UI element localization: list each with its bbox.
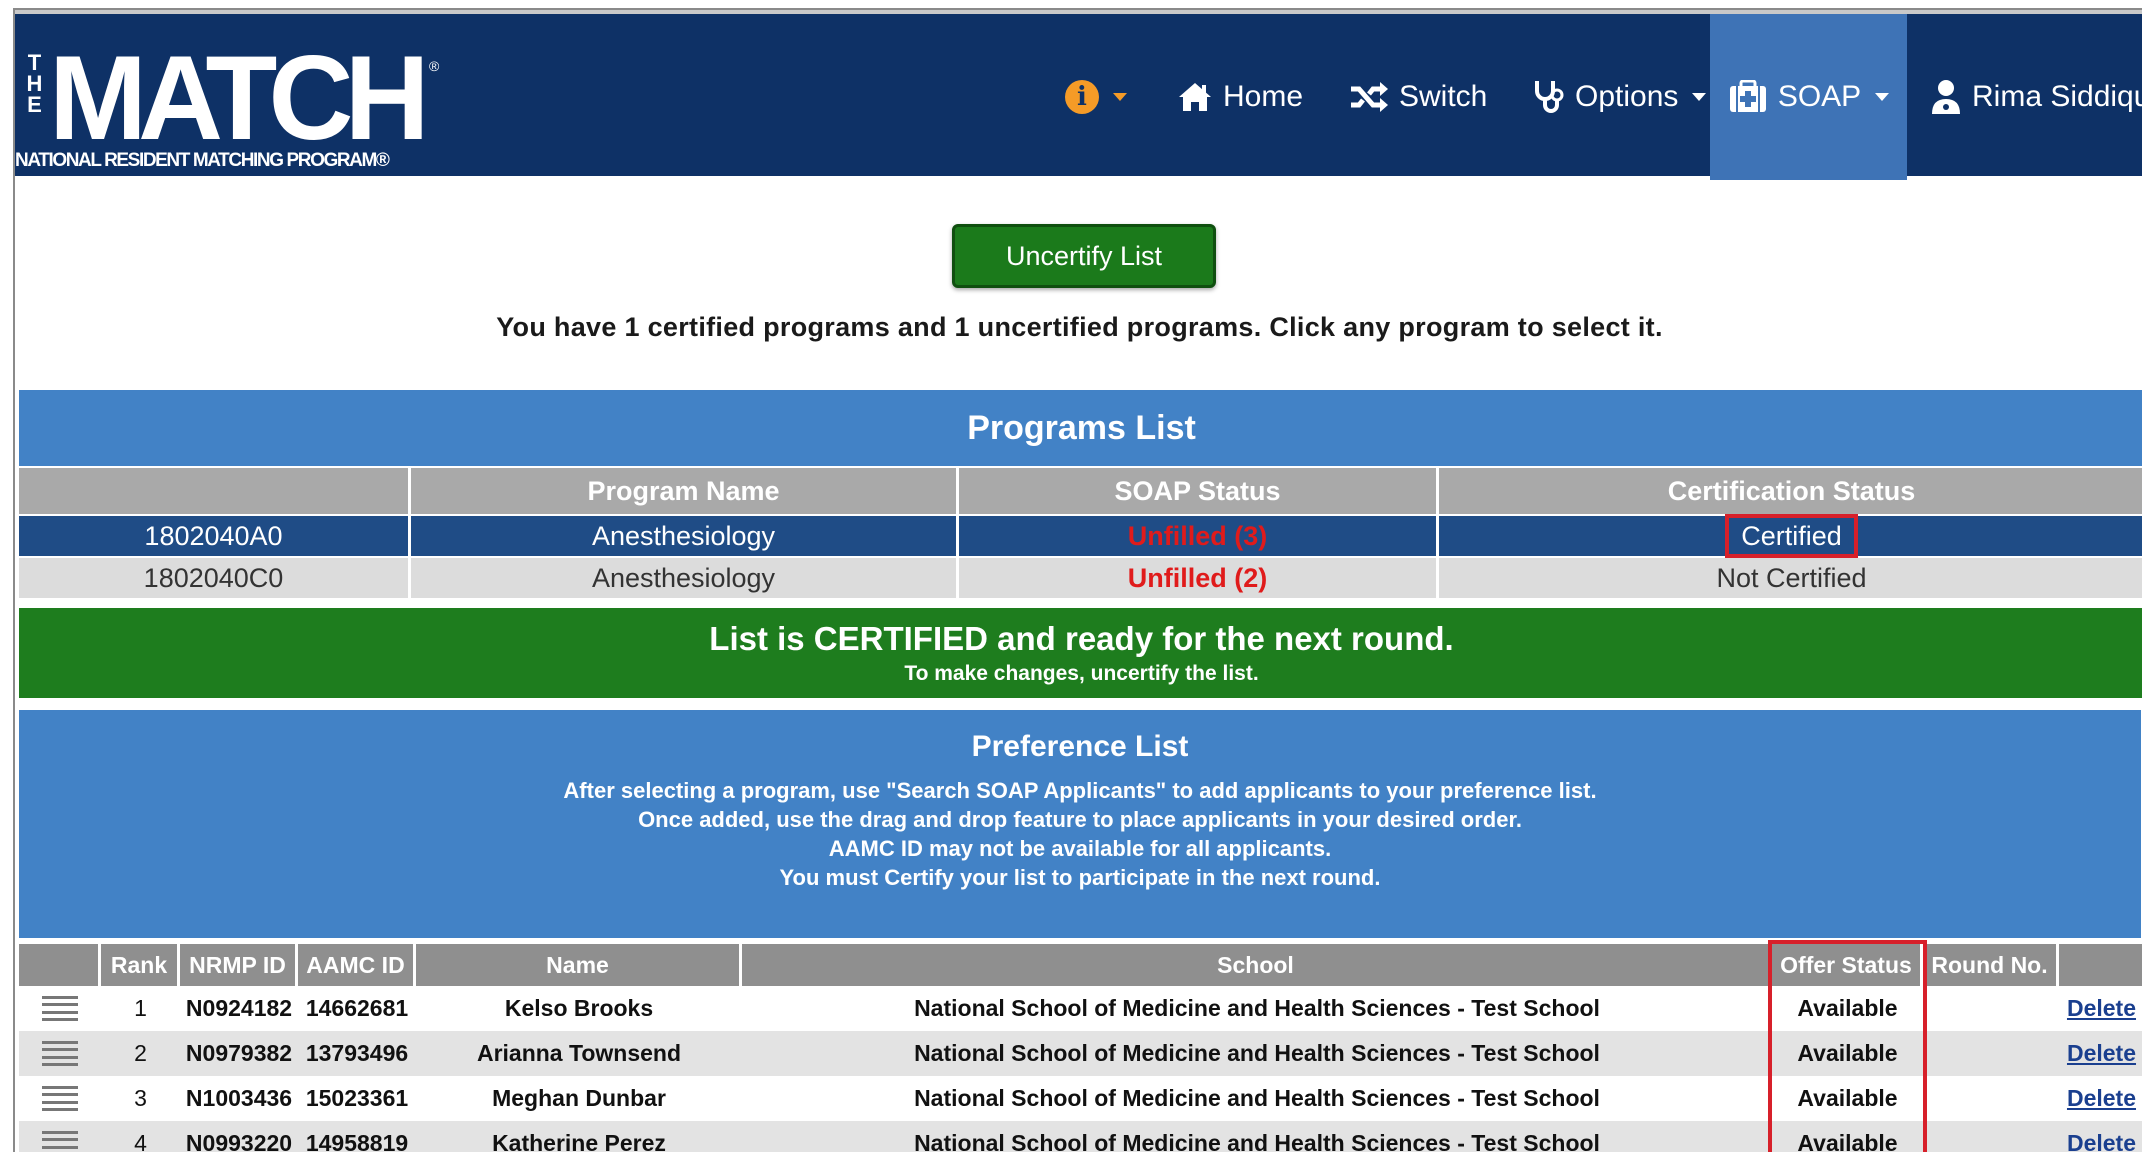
col-actions [2059,944,2142,986]
school-cell: National School of Medicine and Health S… [914,1040,1600,1066]
name-cell: Kelso Brooks [504,995,654,1021]
round-no-cell [1923,1121,2059,1152]
school-cell: National School of Medicine and Health S… [914,1130,1600,1152]
program-code: 1802040C0 [19,558,411,598]
chevron-down-icon [1875,93,1890,101]
logo-the-text: THE [26,50,43,117]
nav-soap[interactable]: SOAP [1710,14,1907,180]
drag-handle-icon[interactable] [19,1121,101,1152]
stethoscope-icon [1533,79,1565,115]
nrmp-id-cell: N0993220 [185,1130,293,1152]
delete-link[interactable]: Delete [2059,986,2142,1031]
school-cell: National School of Medicine and Health S… [914,995,1600,1021]
round-no-cell [1923,1076,2059,1121]
col-round-no: Round No. [1923,944,2059,986]
nav-user-label: Rima Siddiqu [1972,80,2142,113]
delete-link[interactable]: Delete [2059,1121,2142,1152]
certification-summary: You have 1 certified programs and 1 unce… [496,312,1663,342]
nrmp-id-cell: N0924182 [185,995,293,1021]
uncertify-list-button[interactable]: Uncertify List [952,224,1216,288]
program-cert-status: Certified [1439,514,2142,558]
certified-banner-subtitle: To make changes, uncertify the list. [904,662,1259,685]
drag-handle-icon[interactable] [19,986,101,1031]
rank-cell: 2 [134,1040,147,1066]
logo-match-text: MATCH [49,31,430,165]
drag-handle-icon[interactable] [19,1031,101,1076]
chevron-down-icon [1692,93,1707,101]
nav-soap-label: SOAP [1777,80,1862,113]
delete-link[interactable]: Delete [2059,1076,2142,1121]
rank-cell: 4 [134,1130,147,1152]
program-soap-status: Unfilled (2) [959,558,1439,598]
offer-status-highlight [1768,940,1927,1152]
nrmp-logo[interactable]: THE MATCH ® NATIONAL RESIDENT MATCHING P… [15,36,445,174]
app-frame: THE MATCH ® NATIONAL RESIDENT MATCHING P… [13,8,2142,1152]
col-name: Name [416,944,742,986]
round-no-cell [1923,1031,2059,1076]
chevron-down-icon [1113,93,1127,101]
col-drag [19,944,101,986]
programs-list-title: Programs List [19,390,2142,466]
nav-home-label: Home [1223,80,1304,113]
rank-cell: 1 [134,995,147,1021]
programs-col-cert: Certification Status [1439,468,2142,514]
col-school: School [742,944,1772,986]
preference-list-title: Preference List [971,730,1189,763]
home-icon [1177,81,1213,113]
program-name: Anesthesiology [411,558,959,598]
round-no-cell [1923,986,2059,1031]
program-soap-status: Unfilled (3) [959,516,1439,556]
programs-col-code [19,468,411,514]
name-cell: Arianna Townsend [476,1040,682,1066]
name-cell: Katherine Perez [492,1130,666,1152]
top-navbar: THE MATCH ® NATIONAL RESIDENT MATCHING P… [15,10,2142,180]
info-menu[interactable]: i [1065,14,1127,180]
name-cell: Meghan Dunbar [492,1085,666,1111]
nav-switch-label: Switch [1399,80,1488,113]
program-cert-status: Not Certified [1439,558,2142,598]
programs-col-soap: SOAP Status [959,468,1439,514]
nav-home[interactable]: Home [1177,14,1303,180]
info-circle-icon: i [1065,80,1099,114]
aamc-id-cell: 13793496 [305,1040,409,1066]
certified-badge: Certified [1725,514,1858,558]
certified-banner: List is CERTIFIED and ready for the next… [19,608,2142,698]
nav-options[interactable]: Options [1533,14,1707,180]
logo-subtitle: NATIONAL RESIDENT MATCHING PROGRAM® [15,150,390,171]
aamc-id-cell: 15023361 [305,1085,409,1111]
medical-kit-icon [1728,80,1768,114]
school-cell: National School of Medicine and Health S… [914,1085,1600,1111]
program-code: 1802040A0 [19,516,411,556]
preference-list-panel: Preference List After selecting a progra… [19,710,2141,938]
aamc-id-cell: 14662681 [305,995,409,1021]
preference-instructions: After selecting a program, use "Search S… [563,778,1597,890]
programs-col-name: Program Name [411,468,959,514]
drag-handle-icon[interactable] [19,1076,101,1121]
shuffle-icon [1349,81,1389,113]
nrmp-id-cell: N0979382 [185,1040,293,1066]
certified-banner-title: List is CERTIFIED and ready for the next… [709,620,1454,657]
aamc-id-cell: 14958819 [305,1130,409,1152]
nav-options-label: Options [1575,80,1679,113]
program-name: Anesthesiology [411,516,959,556]
rank-cell: 3 [134,1085,147,1111]
col-nrmp-id: NRMP ID [180,944,298,986]
col-rank: Rank [101,944,180,986]
delete-link[interactable]: Delete [2059,1031,2142,1076]
col-aamc-id: AAMC ID [298,944,416,986]
nav-user[interactable]: Rima Siddiqu [1930,14,2142,180]
nrmp-id-cell: N1003436 [185,1085,293,1111]
nav-switch[interactable]: Switch [1349,14,1487,180]
user-doctor-icon [1930,79,1962,115]
